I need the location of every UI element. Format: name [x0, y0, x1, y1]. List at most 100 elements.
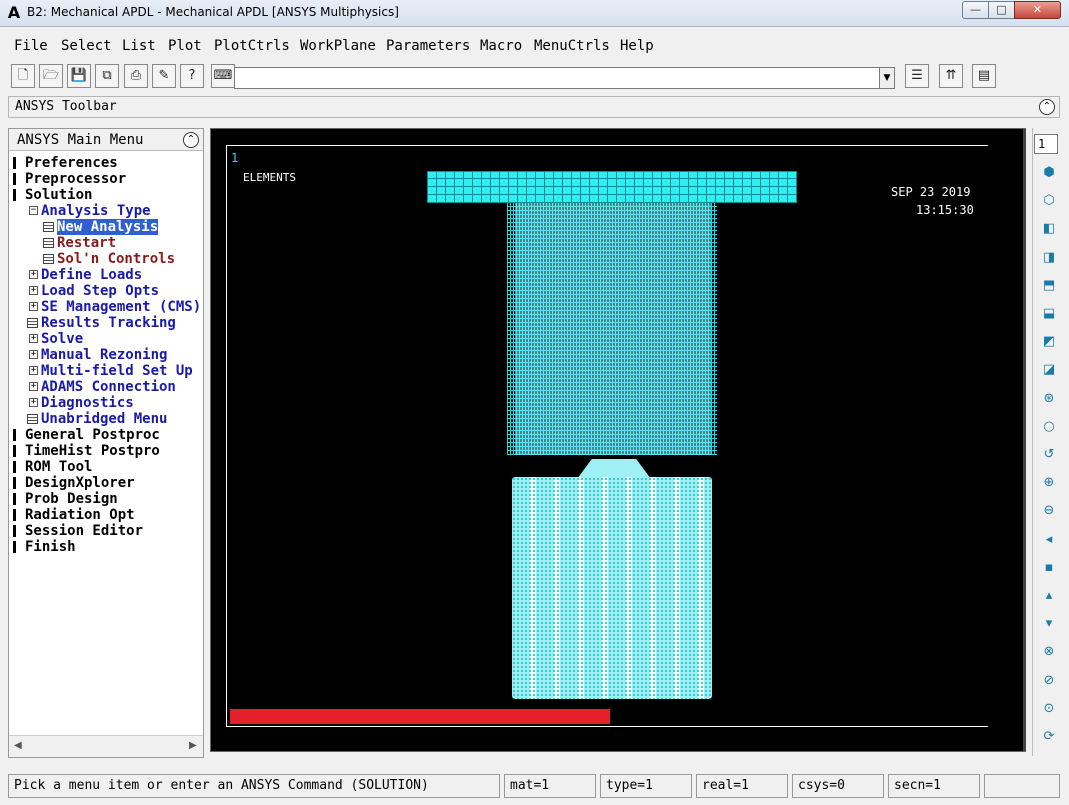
menu-tree-label: Analysis Type [41, 203, 151, 219]
expand-node-icon[interactable]: + [29, 350, 38, 359]
window-title: B2: Mechanical APDL - Mechanical APDL [A… [27, 5, 399, 19]
menu-file[interactable]: File [14, 38, 48, 54]
document-icon [43, 238, 54, 248]
menu-help[interactable]: Help [620, 38, 654, 54]
contact-manager-icon[interactable]: ☰ [905, 64, 929, 88]
menu-bar: File Select List Plot PlotCtrls WorkPlan… [0, 31, 1069, 59]
scroll-left-icon[interactable]: ◀ [14, 740, 22, 751]
document-icon [43, 254, 54, 264]
plot-edge [1023, 129, 1026, 751]
bottom-view-icon[interactable]: ⬓ [1040, 305, 1058, 323]
new-file-icon[interactable]: 🗋 [11, 64, 35, 88]
print-icon[interactable]: ⎙ [124, 64, 148, 88]
pan-left-icon[interactable]: ◂ [1040, 531, 1058, 549]
command-dropdown-icon[interactable]: ▼ [879, 67, 895, 89]
menu-tree-label: DesignXplorer [25, 475, 135, 491]
ansys-logo-icon: A [7, 3, 21, 22]
menu-tree-label: Diagnostics [41, 395, 134, 411]
help-icon[interactable]: ? [180, 64, 204, 88]
expand-node-icon[interactable]: + [29, 382, 38, 391]
minimize-button[interactable]: — [962, 1, 989, 19]
collapse-node-icon[interactable]: − [29, 206, 38, 215]
toolbar-collapse-icon[interactable]: ⌃ [1039, 99, 1055, 115]
left-view-icon[interactable]: ◩ [1040, 333, 1058, 351]
rotate-z-icon[interactable]: ⊙ [1040, 700, 1058, 718]
document-icon [27, 318, 38, 328]
right-view-icon[interactable]: ◪ [1040, 361, 1058, 379]
pan-down-icon[interactable]: ▾ [1040, 615, 1058, 633]
status-extra [984, 774, 1060, 798]
title-bar: A B2: Mechanical APDL - Mechanical APDL … [0, 0, 1069, 27]
status-prompt: Pick a menu item or enter an ANSYS Comma… [8, 774, 500, 798]
zoom-in-icon[interactable]: ⊕ [1040, 474, 1058, 492]
zoom-out-icon[interactable]: ⊖ [1040, 502, 1058, 520]
status-bar: Pick a menu item or enter an ANSYS Comma… [0, 771, 1069, 805]
menu-tree-label: Sol'n Controls [57, 251, 176, 267]
plot-date: SEP 23 2019 [891, 185, 971, 199]
close-button[interactable]: ✕ [1014, 1, 1061, 19]
save-db-icon[interactable]: ⧉ [95, 64, 119, 88]
horizontal-scrollbar[interactable]: ◀ ▶ [9, 735, 203, 757]
main-menu-panel: ANSYS Main Menu ⌃ Preferences Preprocesso… [8, 128, 204, 758]
rotate-x-icon[interactable]: ⊗ [1040, 643, 1058, 661]
rotate-more-icon[interactable]: ⟳ [1040, 728, 1058, 746]
window-select[interactable]: 1 [1034, 134, 1058, 154]
menu-tree-label: Finish [25, 539, 76, 555]
tree-branch-icon [13, 509, 16, 521]
oblique-view-icon[interactable]: ⬡ [1040, 192, 1058, 210]
menu-macro[interactable]: Macro [480, 38, 522, 54]
menu-parameters[interactable]: Parameters [386, 38, 470, 54]
status-real: real=1 [696, 774, 788, 798]
open-folder-icon[interactable]: 🗁 [39, 64, 63, 88]
rotate-y-icon[interactable]: ⊘ [1040, 672, 1058, 690]
top-view-icon[interactable]: ⬒ [1040, 277, 1058, 295]
report-icon[interactable]: ✎ [152, 64, 176, 88]
mesh-lower-body [512, 477, 712, 699]
expand-node-icon[interactable]: + [29, 366, 38, 375]
maximize-button[interactable]: □ [988, 1, 1015, 19]
pan-center-icon[interactable]: ▪ [1040, 559, 1058, 577]
status-csys: csys=0 [792, 774, 884, 798]
keyboard-icon[interactable]: ⌨ [211, 64, 235, 88]
expand-node-icon[interactable]: + [29, 398, 38, 407]
save-icon[interactable]: 💾 [67, 64, 91, 88]
raise-hidden-icon[interactable]: ⇈ [939, 64, 963, 88]
expand-node-icon[interactable]: + [29, 270, 38, 279]
tree-branch-icon [13, 493, 16, 505]
zoom-icon[interactable]: ○ [1040, 418, 1058, 436]
reset-picking-icon[interactable]: ▤ [972, 64, 996, 88]
menu-tree-label: Restart [57, 235, 117, 251]
menu-plot[interactable]: Plot [168, 38, 202, 54]
menu-workplane[interactable]: WorkPlane [300, 38, 376, 54]
graphics-window[interactable]: 1 ELEMENTS SEP 23 2019 13:15:30 [210, 128, 1026, 752]
fit-view-icon[interactable]: ⊛ [1040, 390, 1058, 408]
window-number: 1 [231, 151, 239, 165]
menu-menuctrls[interactable]: MenuCtrls [534, 38, 610, 54]
pan-up-icon[interactable]: ▴ [1040, 587, 1058, 605]
zoom-back-icon[interactable]: ↺ [1040, 446, 1058, 464]
ansys-toolbar-label: ANSYS Toolbar [15, 99, 117, 114]
menu-list[interactable]: List [122, 38, 156, 54]
menu-plotctrls[interactable]: PlotCtrls [214, 38, 290, 54]
document-icon [43, 222, 54, 232]
iso-view-icon[interactable]: ⬢ [1040, 164, 1058, 182]
front-view-icon[interactable]: ◧ [1040, 220, 1058, 238]
expand-node-icon[interactable]: + [29, 302, 38, 311]
back-view-icon[interactable]: ◨ [1040, 249, 1058, 267]
scroll-right-icon[interactable]: ▶ [189, 740, 197, 751]
main-menu-collapse-icon[interactable]: ⌃ [183, 132, 199, 148]
menu-tree-label: Preferences [25, 155, 118, 171]
menu-select[interactable]: Select [61, 38, 112, 54]
plot-time: 13:15:30 [916, 203, 974, 217]
menu-tree-label: Preprocessor [25, 171, 127, 187]
progress-bar [230, 709, 610, 724]
menu-tree-label: ROM Tool [25, 459, 93, 475]
menu-tree-label: Manual Rezoning [41, 347, 168, 363]
expand-node-icon[interactable]: + [29, 334, 38, 343]
command-input[interactable] [234, 67, 880, 89]
main-menu-header: ANSYS Main Menu ⌃ [9, 129, 203, 151]
tree-branch-icon [13, 157, 16, 169]
expand-node-icon[interactable]: + [29, 286, 38, 295]
menu-tree-label: New Analysis [57, 219, 159, 235]
menu-tree-label: Unabridged Menu [41, 411, 168, 427]
